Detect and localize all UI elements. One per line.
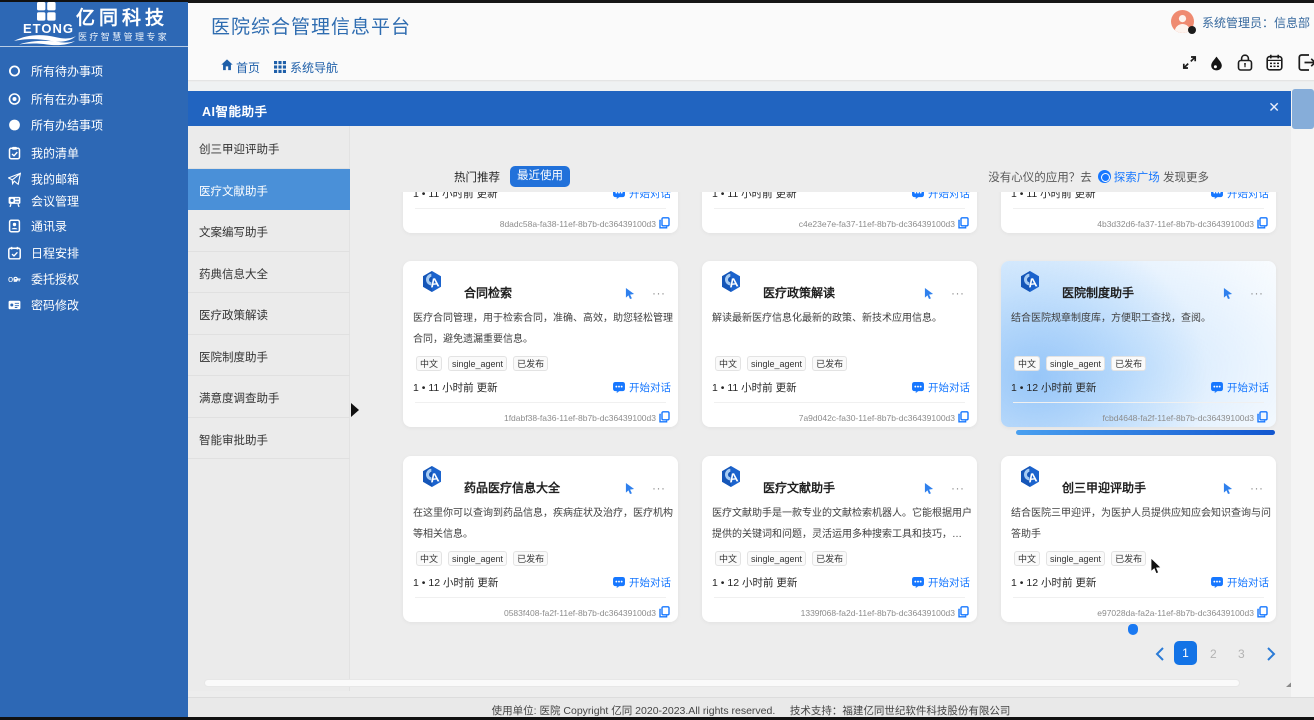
svg-text:A: A: [1027, 470, 1038, 485]
svg-text:A: A: [429, 275, 440, 290]
svg-text:A: A: [1027, 275, 1038, 290]
svg-text:A: A: [429, 470, 440, 485]
svg-text:A: A: [728, 470, 739, 485]
svg-text:A: A: [728, 275, 739, 290]
